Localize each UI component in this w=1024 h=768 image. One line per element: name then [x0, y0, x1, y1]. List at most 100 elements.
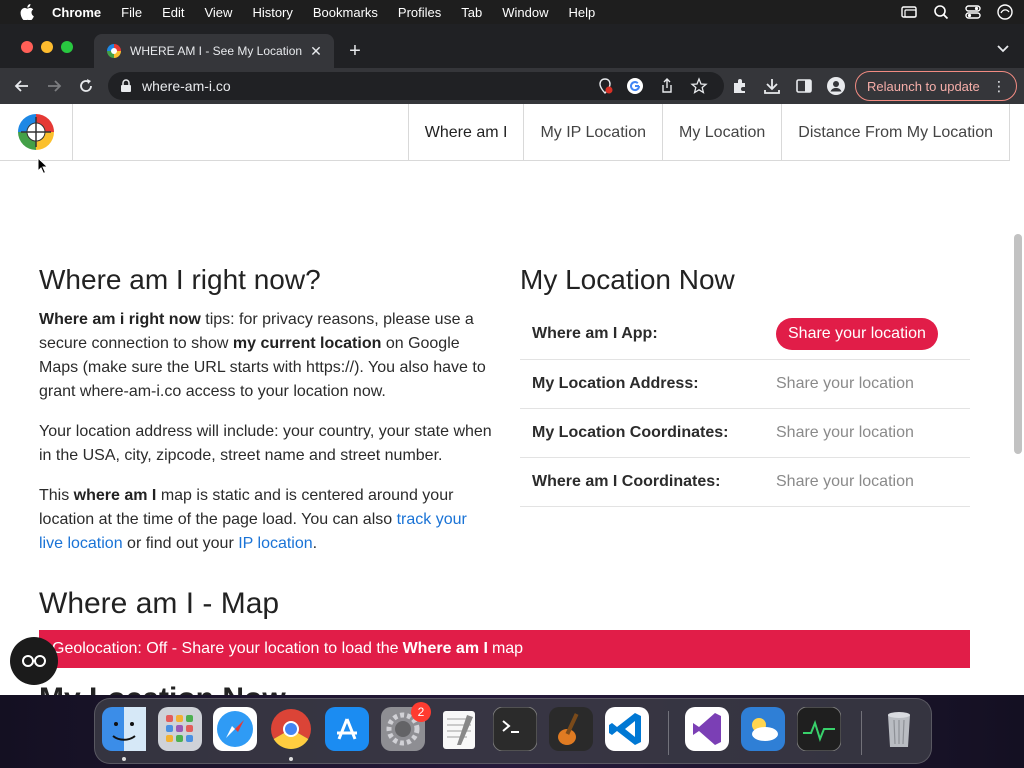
table-row: My Location Coordinates: Share your loca…: [520, 408, 970, 458]
vscode-icon[interactable]: [605, 707, 649, 751]
row-value: Share your location: [776, 359, 970, 409]
url-text[interactable]: where-am-i.co: [142, 78, 231, 94]
row-value: Share your location: [776, 408, 970, 458]
launchpad-icon[interactable]: [158, 707, 202, 751]
mouse-cursor-icon: [37, 157, 49, 175]
menu-help[interactable]: Help: [569, 5, 596, 20]
row-label: My Location Address:: [520, 359, 776, 409]
relaunch-label: Relaunch to update: [867, 78, 980, 94]
tab-title: WHERE AM I - See My Location: [130, 44, 303, 58]
macos-dock: [94, 698, 932, 764]
dock-separator: [668, 711, 669, 755]
google-icon[interactable]: [626, 77, 644, 95]
glasses-icon: [22, 655, 46, 667]
geolocation-alert: Geolocation: Off - Share your location t…: [39, 630, 970, 668]
profile-avatar-icon[interactable]: [826, 76, 846, 96]
site-nav: Where am I My IP Location My Location Di…: [407, 104, 1010, 161]
address-bar[interactable]: where-am-i.co: [108, 72, 724, 100]
browser-toolbar: where-am-i.co Relaunch to update ⋮: [0, 68, 1024, 104]
textedit-icon[interactable]: [437, 707, 481, 751]
extensions-puzzle-icon[interactable]: [730, 76, 750, 96]
macos-menu-bar: Chrome File Edit View History Bookmarks …: [0, 0, 1024, 24]
spotlight-search-icon[interactable]: [932, 3, 950, 21]
menu-window[interactable]: Window: [502, 5, 548, 20]
page-scrollbar[interactable]: [1014, 234, 1022, 454]
window-minimize-button[interactable]: [41, 41, 53, 53]
dock-separator: [861, 711, 862, 755]
header-divider: [72, 104, 73, 161]
garageband-icon[interactable]: [549, 707, 593, 751]
window-zoom-button[interactable]: [61, 41, 73, 53]
intro-paragraph-3: This where am I map is static and is cen…: [39, 487, 467, 552]
intro-section: Where am I right now? Where am i right n…: [39, 264, 494, 572]
menu-history[interactable]: History: [252, 5, 292, 20]
relaunch-to-update-button[interactable]: Relaunch to update ⋮: [855, 71, 1017, 101]
location-blocked-icon[interactable]: [596, 77, 614, 95]
bookmark-star-icon[interactable]: [690, 77, 708, 95]
siri-icon[interactable]: [996, 3, 1014, 21]
intro-heading: Where am I right now?: [39, 264, 321, 295]
row-label: Where am I App:: [520, 310, 776, 360]
finder-icon[interactable]: [102, 707, 146, 751]
location-table: Where am I App: Share your location My L…: [520, 310, 970, 507]
menu-profiles[interactable]: Profiles: [398, 5, 441, 20]
nav-my-ip-location[interactable]: My IP Location: [523, 104, 662, 161]
share-icon[interactable]: [658, 77, 676, 95]
safari-icon[interactable]: [213, 707, 257, 751]
menu-view[interactable]: View: [204, 5, 232, 20]
activity-monitor-icon[interactable]: [796, 706, 842, 752]
control-center-icon[interactable]: [964, 3, 982, 21]
intro-paragraph-2: Your location address will include: your…: [39, 423, 492, 464]
site-header: Where am I My IP Location My Location Di…: [0, 104, 1010, 161]
site-logo-icon[interactable]: [16, 112, 56, 152]
next-section-heading: My Location Now: [39, 682, 286, 695]
terminal-icon[interactable]: [492, 706, 538, 752]
downloads-icon[interactable]: [762, 76, 782, 96]
lock-icon[interactable]: [120, 79, 132, 93]
browser-tab-active[interactable]: WHERE AM I - See My Location ✕: [94, 34, 334, 68]
finder-running-indicator: [122, 757, 126, 761]
nav-my-location[interactable]: My Location: [662, 104, 781, 161]
trash-icon[interactable]: [877, 707, 921, 751]
weather-icon[interactable]: [741, 707, 785, 751]
page-viewport: Where am I My IP Location My Location Di…: [0, 104, 1024, 695]
menu-app-chrome[interactable]: Chrome: [52, 5, 101, 20]
table-row: Where am I App: Share your location: [520, 310, 970, 360]
site-favicon-icon: [107, 44, 121, 58]
menu-tab[interactable]: Tab: [461, 5, 482, 20]
row-label: Where am I Coordinates:: [520, 457, 776, 507]
nav-distance-from-my-location[interactable]: Distance From My Location: [781, 104, 1010, 161]
browser-tab-strip: WHERE AM I - See My Location ✕ +: [0, 24, 1024, 68]
chrome-running-indicator: [289, 757, 293, 761]
menu-edit[interactable]: Edit: [162, 5, 184, 20]
new-tab-button[interactable]: +: [344, 40, 366, 62]
ip-location-link[interactable]: IP location: [238, 535, 312, 552]
location-now-section: My Location Now Where am I App: Share yo…: [520, 264, 970, 507]
reload-icon[interactable]: [76, 76, 96, 96]
row-value: Share your location: [776, 457, 970, 507]
chrome-icon[interactable]: [269, 707, 313, 751]
tab-close-icon[interactable]: ✕: [308, 43, 324, 59]
location-now-heading: My Location Now: [520, 264, 735, 295]
menu-file[interactable]: File: [121, 5, 142, 20]
screen-mirroring-icon[interactable]: [900, 3, 918, 21]
app-store-icon[interactable]: [325, 707, 369, 751]
intro-paragraph-1: Where am i right now tips: for privacy r…: [39, 311, 486, 400]
row-label: My Location Coordinates:: [520, 408, 776, 458]
map-heading: Where am I - Map: [39, 587, 280, 620]
share-location-button[interactable]: Share your location: [776, 318, 938, 351]
apple-logo-icon[interactable]: [20, 4, 34, 20]
table-row: My Location Address: Share your location: [520, 359, 970, 409]
back-arrow-icon[interactable]: [12, 76, 32, 96]
settings-notification-badge: 2: [411, 702, 431, 722]
forward-arrow-icon[interactable]: [44, 76, 64, 96]
tab-search-chevron-icon[interactable]: [996, 42, 1010, 56]
side-panel-icon[interactable]: [794, 76, 814, 96]
window-close-button[interactable]: [21, 41, 33, 53]
menu-bookmarks[interactable]: Bookmarks: [313, 5, 378, 20]
chrome-menu-dots-icon[interactable]: ⋮: [992, 78, 1006, 94]
floating-glasses-button[interactable]: [10, 637, 58, 685]
nav-where-am-i[interactable]: Where am I: [407, 104, 524, 161]
table-row: Where am I Coordinates: Share your locat…: [520, 457, 970, 507]
visual-studio-icon[interactable]: [685, 707, 729, 751]
